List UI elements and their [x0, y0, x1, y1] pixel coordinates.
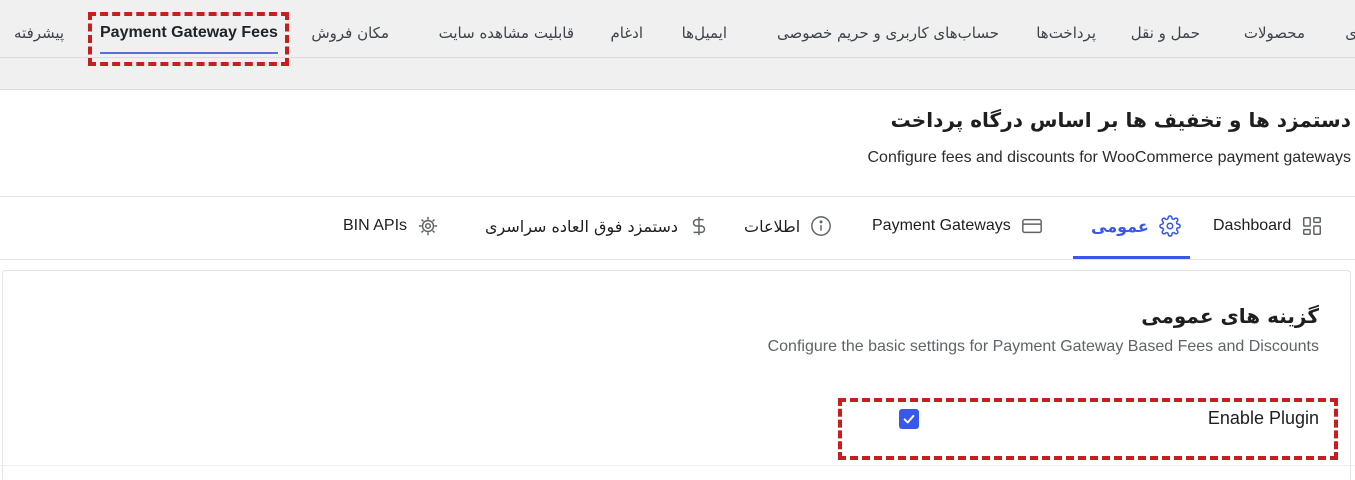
topbar-divider [0, 57, 1355, 58]
tab-general-truncated[interactable]: ی [1345, 20, 1355, 46]
nav-divider [0, 259, 1355, 260]
tab-site-visibility[interactable]: قابلیت مشاهده سایت [439, 20, 574, 46]
tab-point-of-sale[interactable]: مکان فروش [311, 20, 389, 46]
tab-emails[interactable]: ایمیل‌ها [682, 20, 727, 46]
tab-shipping[interactable]: حمل و نقل [1131, 20, 1200, 46]
info-icon [811, 216, 832, 236]
nav-tab-label: اطلاعات [744, 216, 801, 236]
tab-payment-gateway-fees[interactable]: Payment Gateway Fees [100, 20, 278, 54]
enable-plugin-label: Enable Plugin [1207, 408, 1319, 428]
nav-tab-general[interactable]: عمومی [1091, 210, 1181, 242]
section-title: گزینه های عمومی [1141, 304, 1319, 328]
tab-integration[interactable]: ادغام [610, 20, 643, 46]
nav-tab-label: دستمزد فوق العاده سراسری [485, 216, 679, 236]
page-subtitle: Configure fees and discounts for WooComm… [867, 149, 1352, 166]
nav-tab-info[interactable]: اطلاعات [744, 210, 832, 242]
general-options-card [2, 270, 1351, 480]
nav-tab-label: عمومی [1091, 216, 1149, 236]
nav-tab-label: Payment Gateways [872, 217, 1011, 234]
nav-tab-label: BIN APIs [343, 217, 408, 234]
cog-api-icon [418, 216, 438, 236]
header-divider [0, 196, 1355, 197]
row-divider [0, 465, 1355, 466]
nav-tab-dashboard[interactable]: Dashboard [1213, 210, 1323, 242]
nav-tab-payment-gateways[interactable]: Payment Gateways [872, 210, 1043, 242]
nav-tab-label: Dashboard [1213, 217, 1292, 234]
tab-accounts-privacy[interactable]: حساب‌های کاربری و حریم خصوصی [777, 20, 999, 46]
woocommerce-settings-tabs: ی محصولات حمل و نقل پرداخت‌ها حساب‌های ک… [0, 0, 1355, 90]
tab-payments[interactable]: پرداخت‌ها [1036, 20, 1096, 46]
page-title: دستمزد ها و تخفیف ها بر اساس درگاه پرداخ… [890, 108, 1351, 132]
dashboard-grid-icon [1303, 217, 1322, 235]
section-description: Configure the basic settings for Payment… [767, 338, 1319, 355]
tab-products[interactable]: محصولات [1244, 20, 1305, 46]
gear-icon [1158, 215, 1181, 237]
nav-tab-bin-apis[interactable]: BIN APIs [343, 210, 439, 242]
credit-card-icon [1021, 218, 1042, 234]
checkmark-icon [903, 414, 915, 424]
dollar-icon [692, 216, 706, 236]
enable-plugin-checkbox[interactable] [899, 409, 919, 429]
nav-tab-global-extra-fee[interactable]: دستمزد فوق العاده سراسری [485, 210, 710, 242]
tab-advanced[interactable]: پیشرفته [14, 20, 64, 46]
